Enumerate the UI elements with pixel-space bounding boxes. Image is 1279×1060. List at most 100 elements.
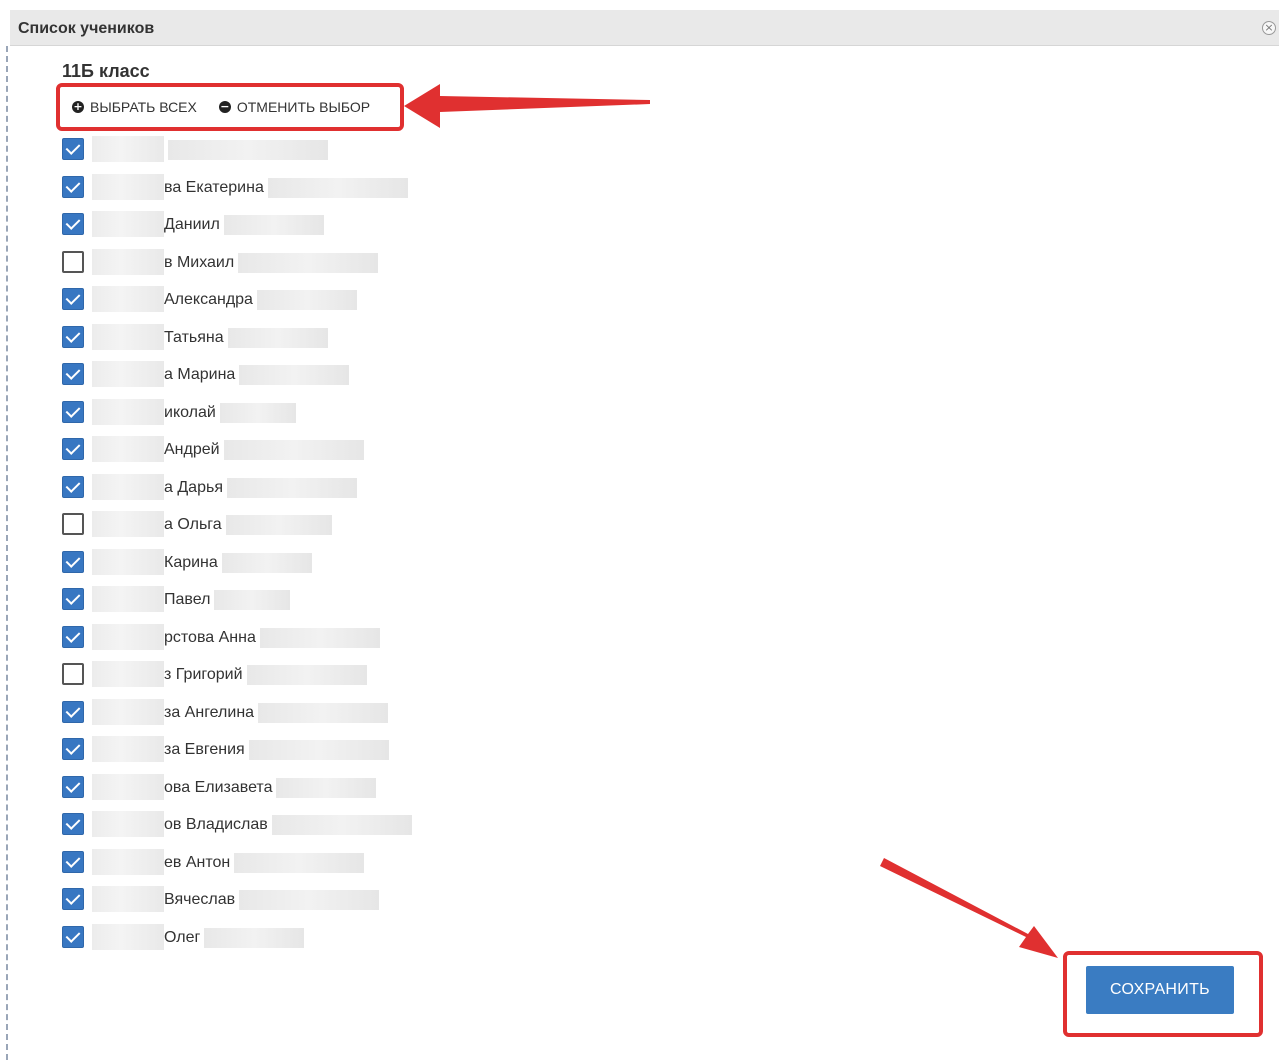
student-name: а Дарья xyxy=(164,478,223,496)
redacted-name-part xyxy=(221,552,312,573)
student-name-wrap: ев Антон xyxy=(164,852,365,873)
annotation-box-actions xyxy=(56,83,404,131)
dialog-title: Список учеников xyxy=(18,20,155,37)
student-checkbox-checked[interactable] xyxy=(62,325,84,348)
student-name: Татьяна xyxy=(164,328,224,346)
redacted-name-part xyxy=(256,290,357,310)
redacted-name-part xyxy=(92,586,164,612)
student-checkbox-checked[interactable] xyxy=(62,850,84,873)
student-name: иколай xyxy=(164,403,216,421)
redacted-name-part xyxy=(267,177,408,198)
student-name: а Марина xyxy=(164,366,236,384)
annotation-arrow-save xyxy=(880,858,1058,958)
redacted-name-part xyxy=(92,136,164,162)
redacted-name-part xyxy=(92,773,164,800)
student-checkbox-checked[interactable] xyxy=(62,175,84,198)
student-name-wrap xyxy=(164,140,328,160)
close-icon[interactable]: × xyxy=(1262,21,1276,35)
student-checkbox-checked[interactable] xyxy=(62,550,84,573)
redacted-name-part xyxy=(227,327,328,348)
student-name: з Григорий xyxy=(164,666,243,684)
redacted-name-part xyxy=(204,927,305,948)
redacted-name-part xyxy=(92,248,164,275)
redacted-name-part xyxy=(168,140,328,160)
student-name-wrap: Андрей xyxy=(164,440,364,460)
student-name: за Ангелина xyxy=(164,703,255,721)
student-name: за Евгения xyxy=(164,741,245,759)
student-name-wrap: рстова Анна xyxy=(164,627,380,648)
redacted-name-part xyxy=(92,848,164,875)
student-name: Даниил xyxy=(164,216,220,234)
redacted-name-part xyxy=(214,590,291,610)
redacted-name-part xyxy=(92,473,164,500)
student-checkbox-checked[interactable] xyxy=(62,738,84,760)
student-checkbox-checked[interactable] xyxy=(62,438,84,460)
redacted-name-part xyxy=(238,252,379,273)
student-name-wrap: а Ольга xyxy=(164,515,332,535)
redacted-name-part xyxy=(92,698,164,725)
student-name: в Михаил xyxy=(164,253,235,271)
redacted-name-part xyxy=(259,627,380,648)
student-checkbox-checked[interactable] xyxy=(62,138,84,160)
student-name-wrap: Даниил xyxy=(164,215,324,235)
student-checkbox-checked[interactable] xyxy=(62,288,84,310)
student-checkbox-unchecked[interactable] xyxy=(62,663,84,685)
student-checkbox-checked[interactable] xyxy=(62,700,84,723)
class-title: 11Б класс xyxy=(62,61,150,81)
redacted-name-part xyxy=(246,665,367,685)
student-name-wrap: Александра xyxy=(164,290,357,310)
student-name-wrap: Вячеслав xyxy=(164,890,380,910)
student-checkbox-checked[interactable] xyxy=(62,775,84,798)
redacted-name-part xyxy=(92,623,164,650)
redacted-name-part xyxy=(92,923,164,950)
student-name: Андрей xyxy=(164,441,220,459)
redacted-name-part xyxy=(234,852,365,873)
student-name: Карина xyxy=(164,553,218,571)
student-checkbox-checked[interactable] xyxy=(62,213,84,235)
redacted-name-part xyxy=(239,365,350,385)
dialog-titlebar: Список учеников × xyxy=(10,10,1279,46)
student-checkbox-checked[interactable] xyxy=(62,400,84,423)
redacted-name-part xyxy=(271,815,412,835)
student-name-wrap: а Марина xyxy=(164,365,350,385)
student-checkbox-unchecked[interactable] xyxy=(62,513,84,535)
student-name-wrap: Карина xyxy=(164,552,312,573)
student-checkbox-checked[interactable] xyxy=(62,888,84,910)
student-name: Вячеслав xyxy=(164,891,236,909)
student-checkbox-unchecked[interactable] xyxy=(62,250,84,273)
student-name: Олег xyxy=(164,928,201,946)
student-checkbox-checked[interactable] xyxy=(62,363,84,385)
redacted-name-part xyxy=(92,361,164,387)
student-checkbox-checked[interactable] xyxy=(62,625,84,648)
student-checkbox-checked[interactable] xyxy=(62,475,84,498)
student-name: рстова Анна xyxy=(164,628,256,646)
student-name-wrap: а Дарья xyxy=(164,477,357,498)
redacted-name-part xyxy=(226,477,357,498)
redacted-name-part xyxy=(92,661,164,687)
redacted-name-part xyxy=(92,436,164,462)
student-name: ов Владислав xyxy=(164,816,268,834)
student-name: Павел xyxy=(164,591,211,609)
student-name: а Ольга xyxy=(164,516,222,534)
redacted-name-part xyxy=(92,511,164,537)
redacted-name-part xyxy=(258,702,389,723)
redacted-name-part xyxy=(92,398,164,425)
student-checkbox-checked[interactable] xyxy=(62,813,84,835)
student-name-wrap: ов Владислав xyxy=(164,815,412,835)
dialog-left-border xyxy=(6,46,8,1060)
student-name-wrap: ова Елизавета xyxy=(164,777,377,798)
student-name: ва Екатерина xyxy=(164,178,264,196)
redacted-name-part xyxy=(219,402,296,423)
student-checkbox-checked[interactable] xyxy=(62,925,84,948)
student-checkbox-checked[interactable] xyxy=(62,588,84,610)
redacted-name-part xyxy=(92,173,164,200)
student-name-wrap: Павел xyxy=(164,590,291,610)
student-name-wrap: Татьяна xyxy=(164,327,328,348)
student-name-wrap: за Ангелина xyxy=(164,702,389,723)
annotation-box-save xyxy=(1063,951,1263,1037)
redacted-name-part xyxy=(92,323,164,350)
student-name: Александра xyxy=(164,291,253,309)
student-name-wrap: Олег xyxy=(164,927,305,948)
student-name-wrap: иколай xyxy=(164,402,296,423)
student-name: ев Антон xyxy=(164,853,231,871)
